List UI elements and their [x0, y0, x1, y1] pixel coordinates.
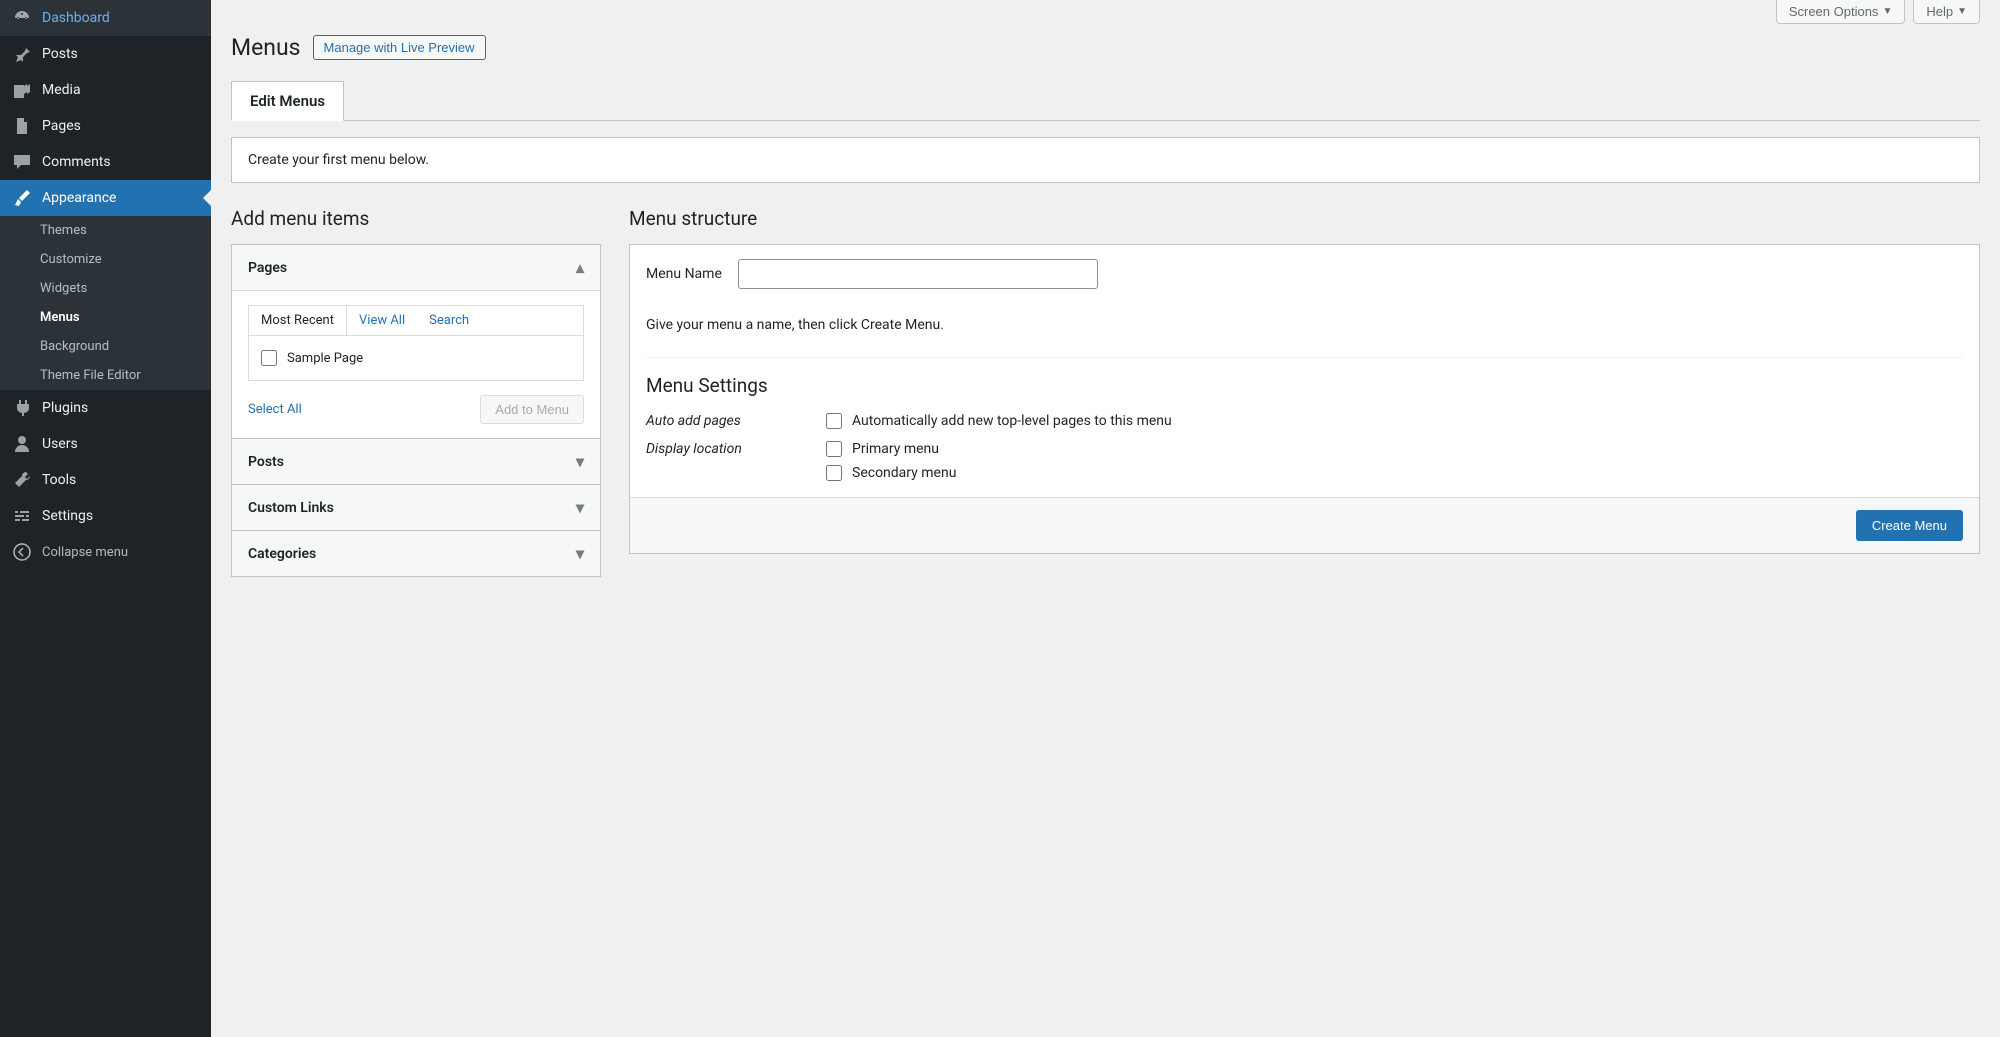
- chevron-up-icon: ▴: [576, 258, 584, 277]
- settings-icon: [12, 506, 32, 526]
- sidebar-item-label: Tools: [42, 472, 76, 488]
- accordion-categories-label: Categories: [248, 546, 316, 562]
- sidebar-item-users[interactable]: Users: [0, 426, 211, 462]
- help-label: Help: [1926, 4, 1953, 19]
- submenu-item-menus[interactable]: Menus: [0, 303, 211, 332]
- chevron-down-icon: ▼: [1957, 6, 1967, 17]
- sidebar-item-posts[interactable]: Posts: [0, 36, 211, 72]
- display-secondary-option[interactable]: Secondary menu: [826, 465, 956, 481]
- sidebar-item-plugins[interactable]: Plugins: [0, 390, 211, 426]
- live-preview-button[interactable]: Manage with Live Preview: [313, 35, 486, 60]
- accordion-pages-label: Pages: [248, 260, 287, 276]
- sidebar-item-label: Dashboard: [42, 10, 110, 26]
- accordion-posts-label: Posts: [248, 454, 284, 470]
- submenu-item-background[interactable]: Background: [0, 332, 211, 361]
- comment-icon: [12, 152, 32, 172]
- display-location-label: Display location: [646, 441, 786, 457]
- page-icon: [12, 116, 32, 136]
- create-menu-button[interactable]: Create Menu: [1856, 510, 1963, 541]
- primary-menu-text: Primary menu: [852, 441, 939, 457]
- sidebar-item-dashboard[interactable]: Dashboard: [0, 0, 211, 36]
- chevron-down-icon: ▾: [576, 452, 584, 471]
- auto-add-label: Auto add pages: [646, 413, 786, 429]
- tab-view-all[interactable]: View All: [347, 306, 417, 335]
- plugin-icon: [12, 398, 32, 418]
- info-notice: Create your first menu below.: [231, 137, 1980, 183]
- sidebar-item-label: Appearance: [42, 190, 116, 206]
- sidebar-item-label: Users: [42, 436, 78, 452]
- sidebar-item-pages[interactable]: Pages: [0, 108, 211, 144]
- auto-add-checkbox[interactable]: [826, 413, 842, 429]
- accordion-pages-header[interactable]: Pages ▴: [232, 245, 600, 290]
- submenu-item-theme-file-editor[interactable]: Theme File Editor: [0, 361, 211, 390]
- submenu-item-customize[interactable]: Customize: [0, 245, 211, 274]
- menu-settings-title: Menu Settings: [630, 368, 1979, 407]
- menu-instruction: Give your menu a name, then click Create…: [630, 303, 1979, 347]
- tab-most-recent[interactable]: Most Recent: [249, 306, 347, 335]
- add-to-menu-button[interactable]: Add to Menu: [480, 395, 584, 424]
- sidebar-item-settings[interactable]: Settings: [0, 498, 211, 534]
- collapse-icon: [12, 542, 32, 562]
- menu-structure-panel: Menu Name Give your menu a name, then cl…: [629, 244, 1980, 554]
- main-content: Screen Options ▼ Help ▼ Menus Manage wit…: [211, 0, 2000, 1037]
- auto-add-text: Automatically add new top-level pages to…: [852, 413, 1172, 429]
- tools-icon: [12, 470, 32, 490]
- media-icon: [12, 80, 32, 100]
- user-icon: [12, 434, 32, 454]
- sidebar-item-comments[interactable]: Comments: [0, 144, 211, 180]
- secondary-menu-checkbox[interactable]: [826, 465, 842, 481]
- auto-add-option[interactable]: Automatically add new top-level pages to…: [826, 413, 1172, 429]
- page-item-label: Sample Page: [287, 351, 363, 366]
- help-button[interactable]: Help ▼: [1913, 0, 1980, 24]
- accordion-categories-header[interactable]: Categories ▾: [232, 531, 600, 576]
- sidebar-item-label: Pages: [42, 118, 81, 134]
- menu-name-input[interactable]: [738, 259, 1098, 289]
- screen-options-button[interactable]: Screen Options ▼: [1776, 0, 1906, 24]
- appearance-submenu: Themes Customize Widgets Menus Backgroun…: [0, 216, 211, 390]
- page-title: Menus: [231, 34, 301, 61]
- chevron-down-icon: ▼: [1882, 6, 1892, 17]
- sidebar-item-label: Comments: [42, 154, 111, 170]
- brush-icon: [12, 188, 32, 208]
- chevron-down-icon: ▾: [576, 544, 584, 563]
- sidebar-item-label: Plugins: [42, 400, 88, 416]
- secondary-menu-text: Secondary menu: [852, 465, 956, 481]
- admin-sidebar: Dashboard Posts Media Pages Comments App…: [0, 0, 211, 1037]
- accordion-posts-header[interactable]: Posts ▾: [232, 439, 600, 484]
- menu-name-label: Menu Name: [646, 266, 722, 282]
- submenu-item-themes[interactable]: Themes: [0, 216, 211, 245]
- sidebar-item-tools[interactable]: Tools: [0, 462, 211, 498]
- sidebar-item-label: Media: [42, 82, 81, 98]
- pin-icon: [12, 44, 32, 64]
- tab-edit-menus[interactable]: Edit Menus: [231, 81, 344, 121]
- menu-item-accordion: Pages ▴ Most Recent View All Search S: [231, 244, 601, 577]
- add-menu-items-title: Add menu items: [231, 207, 601, 230]
- accordion-custom-links-header[interactable]: Custom Links ▾: [232, 485, 600, 530]
- menu-structure-title: Menu structure: [629, 207, 1980, 230]
- collapse-menu-button[interactable]: Collapse menu: [0, 534, 211, 570]
- display-primary-option[interactable]: Primary menu: [826, 441, 956, 457]
- dashboard-icon: [12, 8, 32, 28]
- page-item-sample[interactable]: Sample Page: [261, 350, 571, 366]
- primary-menu-checkbox[interactable]: [826, 441, 842, 457]
- sidebar-item-label: Settings: [42, 508, 93, 524]
- page-checkbox[interactable]: [261, 350, 277, 366]
- chevron-down-icon: ▾: [576, 498, 584, 517]
- sidebar-item-appearance[interactable]: Appearance: [0, 180, 211, 216]
- accordion-custom-links-label: Custom Links: [248, 500, 334, 516]
- submenu-item-widgets[interactable]: Widgets: [0, 274, 211, 303]
- screen-options-label: Screen Options: [1789, 4, 1879, 19]
- select-all-link[interactable]: Select All: [248, 402, 302, 417]
- sidebar-item-label: Posts: [42, 46, 78, 62]
- sidebar-item-media[interactable]: Media: [0, 72, 211, 108]
- collapse-label: Collapse menu: [42, 545, 128, 560]
- tab-search[interactable]: Search: [417, 306, 481, 335]
